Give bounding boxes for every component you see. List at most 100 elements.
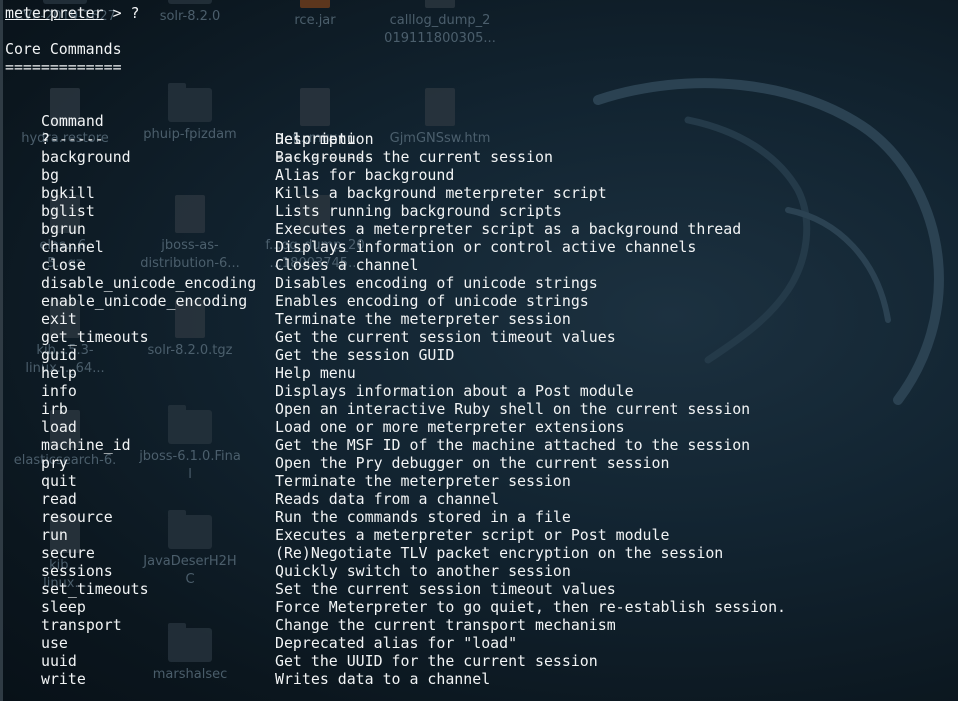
command-description: Kills a background meterpreter script [275, 184, 607, 202]
table-row: bgkill Kills a background meterpreter scr… [5, 184, 950, 202]
command-description: Terminate the meterpreter session [275, 310, 571, 328]
table-header-row: Command Description [5, 94, 950, 148]
command-description: Terminate the meterpreter session [275, 472, 571, 490]
command-name: bgrun [41, 220, 86, 238]
command-description: Enables encoding of unicode strings [275, 292, 589, 310]
table-row: read Reads data from a channel [5, 490, 950, 508]
command-name: sessions [41, 562, 113, 580]
table-row: resource Run the commands stored in a fil… [5, 508, 950, 526]
section-title: Core Commands [5, 40, 122, 58]
command-description: Set the current session timeout values [275, 580, 616, 598]
command-name: info [41, 382, 77, 400]
command-description: Writes data to a channel [275, 670, 491, 688]
table-row: set_timeouts Set the current session time… [5, 580, 950, 598]
command-name: resource [41, 508, 113, 526]
command-description: Get the UUID for the current session [275, 652, 598, 670]
command-description: Load one or more meterpreter extensions [275, 418, 625, 436]
table-row: guid Get the session GUID [5, 346, 950, 364]
command-description: Closes a channel [275, 256, 419, 274]
command-name: run [41, 526, 68, 544]
table-row: sleep Force Meterpreter to go quiet, then… [5, 598, 950, 616]
command-name: quit [41, 472, 77, 490]
prompt-line: meterpreter > ? [5, 4, 140, 22]
table-row: bgrun Executes a meterpreter script as a … [5, 220, 950, 238]
command-name: uuid [41, 652, 77, 670]
table-row: exit Terminate the meterpreter session [5, 310, 950, 328]
table-row: background Backgrounds the current sessio… [5, 148, 950, 166]
command-name: load [41, 418, 77, 436]
table-row: ? Help menu [5, 130, 950, 148]
command-name: irb [41, 400, 68, 418]
terminal-window-edge [0, 0, 3, 701]
command-description: Executes a meterpreter script or Post mo… [275, 526, 670, 544]
command-description: Displays information about a Post module [275, 382, 634, 400]
command-name: disable_unicode_encoding [41, 274, 257, 292]
table-row: info Displays information about a Post mo… [5, 382, 950, 400]
command-name: pry [41, 454, 68, 472]
command-name: bgkill [41, 184, 95, 202]
table-row: machine_id Get the MSF ID of the machine … [5, 436, 950, 454]
command-name: read [41, 490, 77, 508]
command-name: get_timeouts [41, 328, 149, 346]
command-description: Get the MSF ID of the machine attached t… [275, 436, 751, 454]
command-description: Help menu [275, 364, 356, 382]
command-name: set_timeouts [41, 580, 149, 598]
command-name: bglist [41, 202, 95, 220]
command-description: Executes a meterpreter script as a backg… [275, 220, 742, 238]
command-name: transport [41, 616, 122, 634]
desktop-background: CVE-2019-1627 solr-8.2.0 rce.jar calllog_du… [0, 0, 958, 701]
table-row: sessions Quickly switch to another sessio… [5, 562, 950, 580]
table-row: uuid Get the UUID for the current session [5, 652, 950, 670]
command-description: Quickly switch to another session [275, 562, 571, 580]
table-row: help Help menu [5, 364, 950, 382]
command-name: exit [41, 310, 77, 328]
table-row: load Load one or more meterpreter extensi… [5, 418, 950, 436]
command-name: guid [41, 346, 77, 364]
command-name: enable_unicode_encoding [41, 292, 248, 310]
command-name: use [41, 634, 68, 652]
command-description: Run the commands stored in a file [275, 508, 571, 526]
table-header-rule: ------- ----------- [5, 112, 950, 166]
command-description: Lists running background scripts [275, 202, 562, 220]
command-description: Reads data from a channel [275, 490, 500, 508]
prompt-input: > ? [103, 4, 140, 22]
table-row: secure (Re)Negotiate TLV packet encryptio… [5, 544, 950, 562]
command-description: Backgrounds the current session [275, 148, 553, 166]
command-name: background [41, 148, 131, 166]
table-row: use Deprecated alias for "load" [5, 634, 950, 652]
table-row: get_timeouts Get the current session time… [5, 328, 950, 346]
table-row: transport Change the current transport me… [5, 616, 950, 634]
table-row: quit Terminate the meterpreter session [5, 472, 950, 490]
table-row: enable_unicode_encoding Enables encoding … [5, 292, 950, 310]
prompt-word: meterpreter [5, 4, 104, 22]
section-rule: ============= [5, 58, 122, 76]
command-description: Help menu [275, 130, 356, 148]
command-description: Alias for background [275, 166, 455, 184]
command-description: Get the session GUID [275, 346, 455, 364]
command-name: secure [41, 544, 95, 562]
table-row: bglist Lists running background scripts [5, 202, 950, 220]
table-row: disable_unicode_encoding Disables encodin… [5, 274, 950, 292]
table-row: close Closes a channel [5, 256, 950, 274]
command-name: bg [41, 166, 59, 184]
command-name: machine_id [41, 436, 131, 454]
command-description: Deprecated alias for "load" [275, 634, 518, 652]
command-description: Disables encoding of unicode strings [275, 274, 598, 292]
table-row: write Writes data to a channel [5, 670, 950, 688]
command-name: channel [41, 238, 104, 256]
command-description: Get the current session timeout values [275, 328, 616, 346]
command-description: (Re)Negotiate TLV packet encryption on t… [275, 544, 724, 562]
command-name: help [41, 364, 77, 382]
table-row: pry Open the Pry debugger on the current … [5, 454, 950, 472]
command-name: close [41, 256, 86, 274]
command-description: Change the current transport mechanism [275, 616, 616, 634]
terminal-output[interactable]: meterpreter > ? Core Commands ==========… [5, 0, 955, 701]
table-row: bg Alias for background [5, 166, 950, 184]
command-name: write [41, 670, 86, 688]
command-description: Displays information or control active c… [275, 238, 697, 256]
command-name: ? [41, 130, 50, 148]
command-description: Open an interactive Ruby shell on the cu… [275, 400, 751, 418]
command-description: Open the Pry debugger on the current ses… [275, 454, 670, 472]
command-description: Force Meterpreter to go quiet, then re-e… [275, 598, 787, 616]
table-row: run Executes a meterpreter script or Post… [5, 526, 950, 544]
